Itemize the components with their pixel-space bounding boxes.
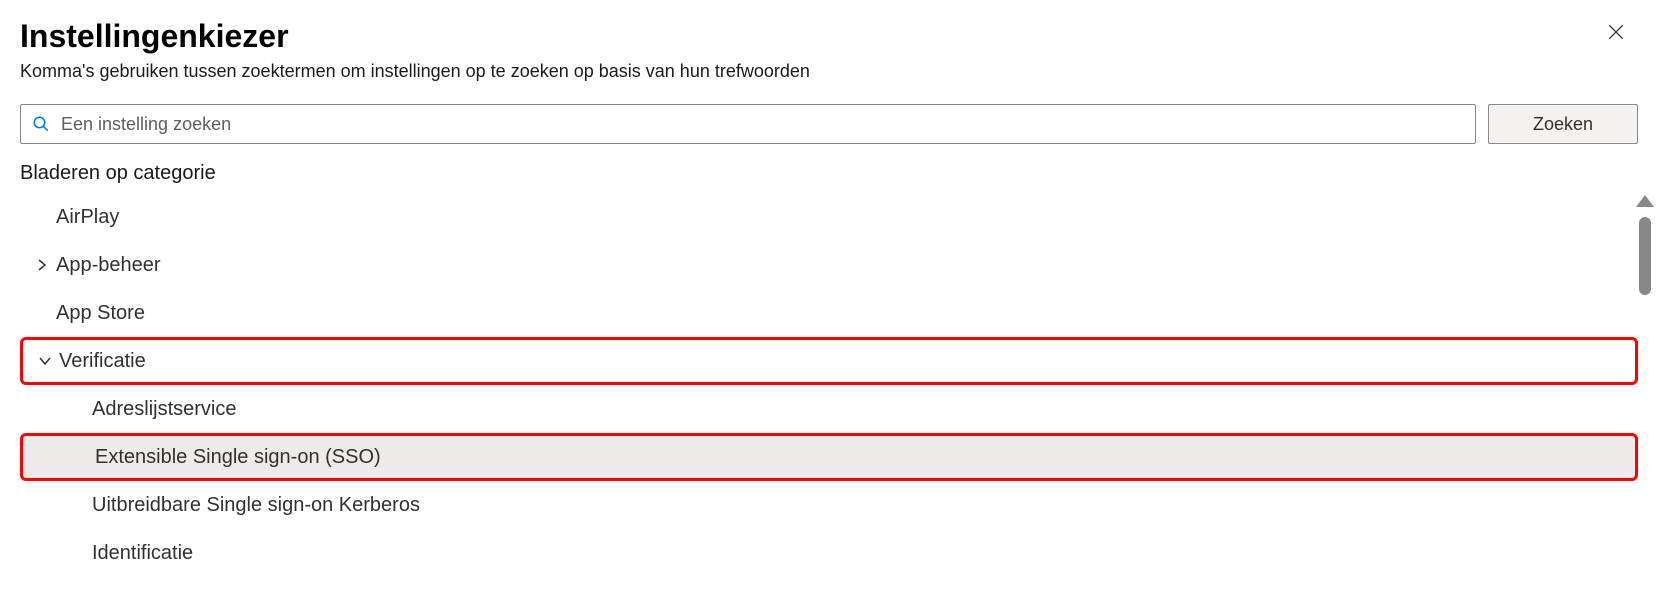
subcategory-label: Uitbreidbare Single sign-on Kerberos <box>92 494 420 517</box>
search-button[interactable]: Zoeken <box>1488 104 1638 144</box>
category-verificatie[interactable]: Verificatie <box>20 337 1638 385</box>
subcategory-uitbreidbare-sso-kerberos[interactable]: Uitbreidbare Single sign-on Kerberos <box>20 481 1638 529</box>
category-airplay[interactable]: AirPlay <box>20 193 1638 241</box>
close-icon[interactable] <box>1604 20 1628 44</box>
page-title: Instellingenkiezer <box>20 18 810 55</box>
chevron-right-icon <box>32 255 52 275</box>
category-tree: AirPlay App-beheer App Store Verificatie… <box>20 193 1638 577</box>
category-app-store[interactable]: App Store <box>20 289 1638 337</box>
subcategory-label: Adreslijstservice <box>92 398 236 421</box>
subcategory-extensible-sso[interactable]: Extensible Single sign-on (SSO) <box>20 433 1638 481</box>
category-label: Verificatie <box>59 350 146 373</box>
scroll-up-arrow-icon[interactable] <box>1636 195 1654 207</box>
scroll-thumb[interactable] <box>1639 217 1651 295</box>
scrollbar[interactable] <box>1636 195 1654 295</box>
subcategory-identificatie[interactable]: Identificatie <box>20 529 1638 577</box>
subcategory-label: Extensible Single sign-on (SSO) <box>95 446 381 469</box>
category-app-beheer[interactable]: App-beheer <box>20 241 1638 289</box>
search-input[interactable] <box>61 114 1465 135</box>
search-field-wrapper[interactable] <box>20 104 1476 144</box>
subcategory-label: Identificatie <box>92 542 193 565</box>
browse-by-category-label: Bladeren op categorie <box>20 162 1638 185</box>
chevron-down-icon <box>35 351 55 371</box>
category-label: AirPlay <box>56 206 119 229</box>
category-label: App-beheer <box>56 254 161 277</box>
category-label: App Store <box>56 302 145 325</box>
subcategory-adreslijstservice[interactable]: Adreslijstservice <box>20 385 1638 433</box>
search-icon <box>31 114 51 134</box>
page-subtitle: Komma's gebruiken tussen zoektermen om i… <box>20 61 810 82</box>
